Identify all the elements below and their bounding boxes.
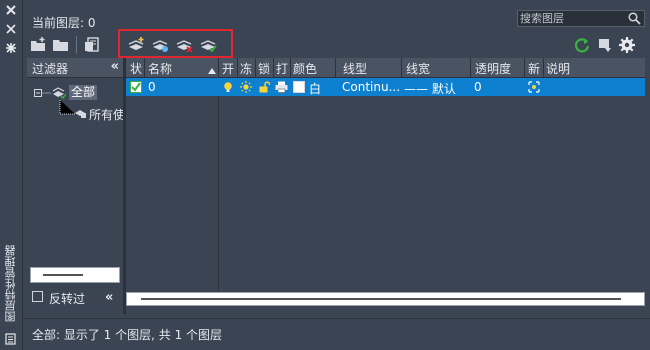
all-layers-icon [52,86,67,103]
tree-item-all[interactable]: 全部 [69,85,98,100]
printer-icon[interactable] [275,81,288,96]
table-column-divider [218,96,219,290]
filter-horizontal-scrollbar[interactable] [30,267,120,283]
column-on[interactable]: 开 [222,60,234,77]
layer-transparency[interactable]: 0 [474,80,482,94]
layer-name[interactable]: 0 [148,80,156,94]
lightbulb-icon[interactable] [222,81,234,96]
column-freeze[interactable]: 冻 [240,60,252,77]
new-vp-freeze-icon[interactable] [528,81,540,96]
new-property-filter-icon[interactable] [30,36,48,54]
search-layer-box[interactable] [517,10,645,27]
column-plot[interactable]: 打 [276,60,288,77]
filter-scroll-thumb[interactable] [43,274,83,276]
table-scroll-thumb[interactable] [141,298,621,300]
column-linetype[interactable]: 线型 [343,60,367,77]
column-description[interactable]: 说明 [546,60,570,77]
table-horizontal-scrollbar[interactable] [126,292,645,306]
column-transparency[interactable]: 透明度 [475,60,511,77]
status-text: 全部: 显示了 1 个图层, 共 1 个图层 [32,328,223,342]
layer-table: 状 名称 开 冻 锁 打 颜色 线型 线宽 透明度 新 说明 0 白 Conti… [126,58,645,290]
unlock-icon[interactable] [258,81,271,96]
search-icon[interactable] [628,12,641,28]
used-layers-icon [74,106,87,122]
properties-icon[interactable] [5,42,17,54]
column-color[interactable]: 颜色 [293,60,317,77]
settings-menu-icon[interactable] [596,36,614,54]
layer-lineweight[interactable]: —— 默认 [404,80,456,97]
current-layer-label: 当前图层: 0 [32,16,96,30]
invert-filter-label: 反转过 [49,292,86,306]
filter-title: 过滤器 [32,62,69,76]
tree-item-used-layers[interactable]: 所有使 [89,106,125,123]
close-icon[interactable] [5,4,17,16]
toolbar-divider [76,36,77,54]
filter-header: 过滤器 « [27,58,123,78]
new-group-filter-icon[interactable] [52,36,70,54]
invert-filter-checkbox[interactable] [32,291,43,302]
layer-states-icon[interactable] [84,36,102,54]
set-current-icon[interactable] [200,36,218,54]
filter-tree[interactable]: 全部 所有使 [27,78,125,278]
delete-layer-icon[interactable] [176,36,194,54]
new-layer-vp-frozen-icon[interactable] [152,36,170,54]
column-lineweight[interactable]: 线宽 [406,60,430,77]
palette-title: 图层特性管理器 [4,245,17,322]
layer-linetype[interactable]: Continu... [342,80,400,94]
autohide-icon[interactable] [5,24,17,36]
table-row[interactable]: 0 白 Continu... —— 默认 0 [126,78,645,96]
column-name[interactable]: 名称 [148,60,172,77]
status-divider [22,318,650,319]
color-swatch[interactable] [293,81,305,93]
sort-ascending-icon [208,63,216,77]
layer-color[interactable]: 白 [309,80,321,97]
sun-icon[interactable] [240,81,252,96]
collapse-filter-pane-button[interactable]: « [105,290,113,305]
search-layer-input[interactable] [520,11,620,26]
column-status[interactable]: 状 [130,60,142,77]
gear-icon[interactable] [618,36,636,54]
palette-side-strip: 图层特性管理器 [0,0,23,350]
filter-collapse-button[interactable]: « [111,59,119,74]
table-header: 状 名称 开 冻 锁 打 颜色 线型 线宽 透明度 新 说明 [126,58,645,78]
new-layer-icon[interactable] [128,36,146,54]
refresh-icon[interactable] [573,36,591,54]
column-lock[interactable]: 锁 [258,60,270,77]
layer-manager-icon[interactable] [5,332,17,345]
column-new-vp-freeze[interactable]: 新 [528,60,540,77]
check-icon[interactable] [130,81,142,96]
